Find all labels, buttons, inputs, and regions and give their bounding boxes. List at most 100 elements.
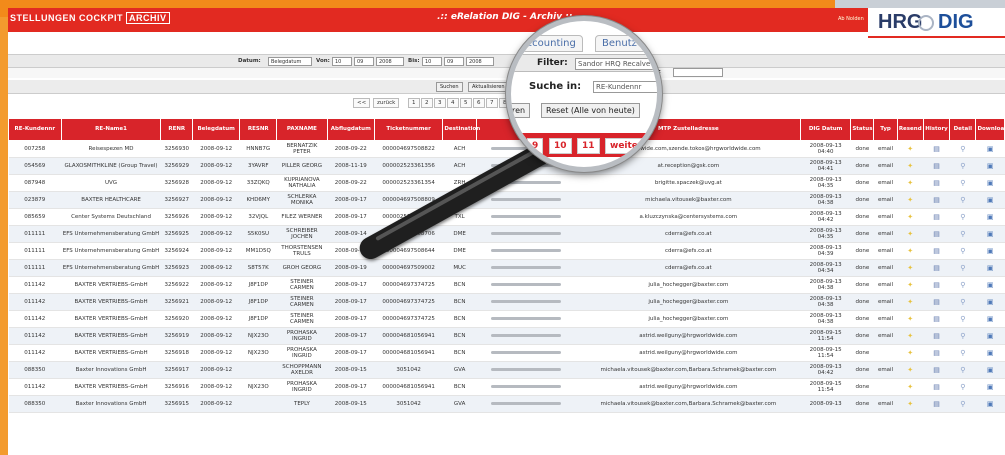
- history-icon[interactable]: ▤: [923, 293, 950, 311]
- download-icon[interactable]: ▣: [975, 242, 1005, 260]
- col-header-11[interactable]: DIG Datum: [799, 118, 852, 141]
- download-icon[interactable]: ▣: [975, 293, 1005, 311]
- pager-page-1[interactable]: 1: [408, 98, 420, 108]
- resend-icon[interactable]: ✦: [897, 293, 924, 311]
- von-day-select[interactable]: 10: [332, 57, 352, 66]
- pager-page-7[interactable]: 7: [486, 98, 498, 108]
- detail-icon[interactable]: ⚲: [949, 310, 976, 328]
- download-icon[interactable]: ▣: [975, 157, 1005, 175]
- col-header-7[interactable]: Ticketnummer: [373, 118, 444, 141]
- history-icon[interactable]: ▤: [923, 225, 950, 243]
- resend-icon[interactable]: ✦: [897, 276, 924, 294]
- bis-month-select[interactable]: 09: [444, 57, 464, 66]
- col-header-2[interactable]: RENR: [160, 118, 194, 141]
- history-icon[interactable]: ▤: [923, 344, 950, 362]
- download-icon[interactable]: ▣: [975, 174, 1005, 192]
- detail-icon[interactable]: ⚲: [949, 225, 976, 243]
- col-header-16[interactable]: Detail: [949, 118, 977, 141]
- pager-first-button[interactable]: <<: [353, 98, 371, 108]
- mag-next-button[interactable]: weiter: [605, 138, 648, 154]
- aktualisieren-button[interactable]: Aktualisieren: [468, 82, 509, 92]
- detail-icon[interactable]: ⚲: [949, 259, 976, 277]
- pager-page-3[interactable]: 3: [434, 98, 446, 108]
- resend-icon[interactable]: ✦: [897, 191, 924, 209]
- col-header-15[interactable]: History: [922, 118, 951, 141]
- resend-icon[interactable]: ✦: [897, 344, 924, 362]
- detail-icon[interactable]: ⚲: [949, 276, 976, 294]
- col-header-12[interactable]: Status: [850, 118, 875, 141]
- mag-tab-accounting[interactable]: Accounting: [513, 35, 583, 52]
- pager-page-5[interactable]: 5: [460, 98, 472, 108]
- pager-page-6[interactable]: 6: [473, 98, 485, 108]
- col-header-1[interactable]: RE-Name1: [60, 118, 162, 141]
- download-icon[interactable]: ▣: [975, 361, 1005, 379]
- col-header-3[interactable]: Belegdatum: [192, 118, 241, 141]
- download-icon[interactable]: ▣: [975, 327, 1005, 345]
- history-icon[interactable]: ▤: [923, 327, 950, 345]
- resend-icon[interactable]: ✦: [897, 157, 924, 175]
- datum-select[interactable]: Belegdatum: [268, 57, 312, 66]
- resend-icon[interactable]: ✦: [897, 361, 924, 379]
- resend-icon[interactable]: ✦: [897, 327, 924, 345]
- detail-icon[interactable]: ⚲: [949, 293, 976, 311]
- col-header-5[interactable]: PAXNAME: [276, 118, 328, 141]
- detail-icon[interactable]: ⚲: [949, 208, 976, 226]
- von-month-select[interactable]: 09: [354, 57, 374, 66]
- col-header-14[interactable]: Resend: [896, 118, 924, 141]
- history-icon[interactable]: ▤: [923, 259, 950, 277]
- von-year-select[interactable]: 2008: [376, 57, 404, 66]
- download-icon[interactable]: ▣: [975, 378, 1005, 396]
- download-icon[interactable]: ▣: [975, 208, 1005, 226]
- history-icon[interactable]: ▤: [923, 140, 950, 158]
- mag-suche-select[interactable]: RE-Kundennr: [593, 81, 657, 93]
- download-icon[interactable]: ▣: [975, 225, 1005, 243]
- mag-page-11[interactable]: 11: [577, 138, 600, 154]
- resend-icon[interactable]: ✦: [897, 378, 924, 396]
- history-icon[interactable]: ▤: [923, 310, 950, 328]
- col-header-8[interactable]: Destination: [442, 118, 480, 141]
- detail-icon[interactable]: ⚲: [949, 191, 976, 209]
- mag-page-10[interactable]: 10: [549, 138, 572, 154]
- mag-aktualisieren-button[interactable]: ren: [511, 103, 531, 118]
- history-icon[interactable]: ▤: [923, 242, 950, 260]
- pager-page-4[interactable]: 4: [447, 98, 459, 108]
- pager-page-2[interactable]: 2: [421, 98, 433, 108]
- resend-icon[interactable]: ✦: [897, 208, 924, 226]
- pnr-input[interactable]: [673, 68, 723, 77]
- mag-filter-input[interactable]: Sandor HRQ Recalve: [575, 58, 657, 70]
- download-icon[interactable]: ▣: [975, 310, 1005, 328]
- pager-back-button[interactable]: zurück: [373, 98, 400, 108]
- history-icon[interactable]: ▤: [923, 191, 950, 209]
- col-header-17[interactable]: Download: [975, 118, 1005, 141]
- detail-icon[interactable]: ⚲: [949, 174, 976, 192]
- col-header-6[interactable]: Abflugdatum: [326, 118, 375, 141]
- history-icon[interactable]: ▤: [923, 395, 950, 413]
- history-icon[interactable]: ▤: [923, 361, 950, 379]
- col-header-13[interactable]: Typ: [873, 118, 898, 141]
- detail-icon[interactable]: ⚲: [949, 395, 976, 413]
- resend-icon[interactable]: ✦: [897, 310, 924, 328]
- download-icon[interactable]: ▣: [975, 259, 1005, 277]
- download-icon[interactable]: ▣: [975, 191, 1005, 209]
- detail-icon[interactable]: ⚲: [949, 242, 976, 260]
- resend-icon[interactable]: ✦: [897, 225, 924, 243]
- col-header-4[interactable]: RESNR: [239, 118, 278, 141]
- resend-icon[interactable]: ✦: [897, 242, 924, 260]
- detail-icon[interactable]: ⚲: [949, 344, 976, 362]
- detail-icon[interactable]: ⚲: [949, 140, 976, 158]
- resend-icon[interactable]: ✦: [897, 259, 924, 277]
- resend-icon[interactable]: ✦: [897, 174, 924, 192]
- history-icon[interactable]: ▤: [923, 276, 950, 294]
- download-icon[interactable]: ▣: [975, 344, 1005, 362]
- suchen-button[interactable]: Suchen: [436, 82, 463, 92]
- col-header-0[interactable]: RE-Kundennr: [8, 118, 62, 141]
- detail-icon[interactable]: ⚲: [949, 157, 976, 175]
- bis-year-select[interactable]: 2008: [466, 57, 494, 66]
- download-icon[interactable]: ▣: [975, 140, 1005, 158]
- history-icon[interactable]: ▤: [923, 157, 950, 175]
- mag-page-9[interactable]: 9: [527, 138, 544, 154]
- mag-reset-button[interactable]: Reset (Alle von heute): [541, 103, 640, 118]
- history-icon[interactable]: ▤: [923, 174, 950, 192]
- bis-day-select[interactable]: 10: [422, 57, 442, 66]
- detail-icon[interactable]: ⚲: [949, 327, 976, 345]
